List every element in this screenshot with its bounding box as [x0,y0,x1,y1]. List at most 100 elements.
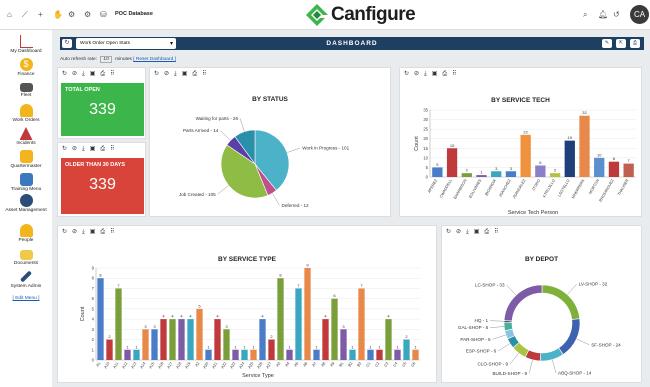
bar-value-label: 1 [207,344,210,349]
bar [476,175,487,177]
bar [432,167,443,177]
y-tick-label: 5 [426,165,429,170]
bar [241,349,248,360]
dollar-icon: $ [19,58,33,71]
x-tick-label: A23 [230,362,237,370]
bar-value-label: 1 [378,344,381,349]
bar-value-label: 1 [396,344,399,349]
gear-icon[interactable]: ⚙ [68,10,75,19]
x-tick-label: JSANCHEZ [498,178,512,198]
status-widget: ↻⊘⤓▣⎙⠿ BY STATUS Work in Progress - 101 D… [149,67,391,217]
slice-label: LC-SHOP - 33 [475,282,505,287]
search-icon[interactable]: ⌕ [583,10,587,20]
x-tick-label: A15 [149,362,156,370]
bar-value-label: 4 [162,314,165,319]
bar [232,349,239,360]
x-tick-label: A3 [276,362,282,368]
depot-widget: ↻⊘⤓▣⎙⠿ BY DEPOT LV-SHOP - 32 SF-SHOP - 24… [441,225,642,383]
bar [358,288,365,360]
bar-value-label: 3 [342,324,345,329]
bar-value-label: 8 [279,273,282,278]
kpi-open: TOTAL OPEN 339 [61,83,144,136]
bar [491,171,502,177]
label-leader [509,352,519,365]
bar-value-label: 3 [153,324,156,329]
bar [295,288,302,360]
sidebar-item-training[interactable]: Training Menu [0,173,52,192]
edit-menu-link[interactable]: [ Edit Menu ] [0,296,52,301]
sidebar-item-people[interactable]: People [0,224,52,243]
sidebar-item-admin[interactable]: System Admin [0,270,52,289]
sidebar-item-documents[interactable]: Documents [0,247,52,266]
sidebar-item-work-orders[interactable]: Work Orders [0,104,52,123]
database-icon[interactable]: ⛁ [100,10,107,19]
refresh-rate-select[interactable]: 10 [100,56,112,63]
x-tick-label: A9 [330,362,336,368]
y-tick-label: 9 [92,266,95,271]
settings-icon[interactable]: ⚙ [84,10,91,19]
person-icon [19,224,33,237]
slice-label: HQ - 1 [475,318,489,323]
sidebar-item-assets[interactable]: Asset Management [0,194,52,213]
sidebar-item-fleet[interactable]: Fleet [0,81,52,98]
line-chart-icon [19,35,33,48]
bar [623,163,634,177]
bar [608,161,620,177]
bar-value-label: 4 [180,314,183,319]
box-icon [19,150,33,163]
y-axis-title: Count [80,306,86,321]
worker-icon [19,104,33,117]
bar-value-label: 2 [554,168,557,173]
y-tick-label: 1 [92,347,95,352]
x-tick-label: A27 [266,362,273,370]
home-icon[interactable]: ⌂ [7,10,12,19]
sidebar-item-incidents[interactable]: Incidents [0,127,52,146]
sidebar-item-quartermaster[interactable]: Quartermaster [0,150,52,169]
x-axis-title: Service Tech Person [508,210,558,216]
x-tick-label: A14 [140,362,147,370]
x-tick-label: EHARBISON [453,178,468,200]
label-leader [286,147,301,153]
sidebar-item-finance[interactable]: $ Finance [0,58,52,77]
label-leader [552,359,557,374]
y-axis-title: Count [414,136,420,151]
print-icon[interactable]: ⎙ [630,39,640,48]
slice-label: ESP-SHOP - 6 [466,349,497,354]
sidebar-item-dashboard[interactable]: My Dashboard [0,35,52,54]
edit-icon[interactable]: ✎ [602,39,612,48]
x-tick-label: A8 [321,362,327,368]
x-tick-label: KTRUJILLO [542,178,556,198]
pie-slice [541,284,581,320]
avatar[interactable]: CA [630,5,649,24]
history-icon[interactable]: ↺ [613,10,620,19]
car-icon [19,83,33,92]
export-icon[interactable]: ⇱ [616,39,626,48]
bar [340,329,347,360]
slice-label: LV-SHOP - 32 [579,282,608,287]
bar [549,173,561,177]
y-tick-label: 30 [423,117,428,122]
bar [446,148,458,177]
bar [268,339,275,360]
bar [367,349,374,360]
label-leader [220,130,231,141]
reset-dashboard-link[interactable]: [ Reset Dashboard ] [133,57,176,62]
chart-icon[interactable]: ⟋ [22,10,28,20]
bar [322,319,329,360]
bar [403,339,410,360]
widget-toolbar[interactable]: ↻⊘⤓▣⎙⠿ [62,145,120,154]
tech-widget: ↻⊘⤓▣⎙⠿ BY SERVICE TECH 0 5 10 15 20 25 30 35 5 AP… [399,67,642,217]
x-tick-label: A6 [303,362,309,368]
widget-toolbar[interactable]: ↻⊘⤓▣⎙⠿ [62,70,120,79]
plus-icon[interactable]: + [38,10,43,19]
bell-icon[interactable]: 🔔︎ [598,10,608,19]
label-leader [272,193,280,206]
bar-value-label: 19 [568,135,573,140]
bar [594,157,605,177]
bar-value-label: 10 [597,152,602,157]
label-leader [506,284,517,296]
service-type-widget: ↻⊘⤓▣⎙⠿ BY SERVICE TYPE 0 1 2 3 4 5 6 7 8 9 8 A1 2 A10… [57,225,437,383]
x-axis-title: Service Type [242,373,274,379]
hand-icon[interactable]: ✋ [53,10,63,19]
y-tick-label: 0 [426,175,429,180]
